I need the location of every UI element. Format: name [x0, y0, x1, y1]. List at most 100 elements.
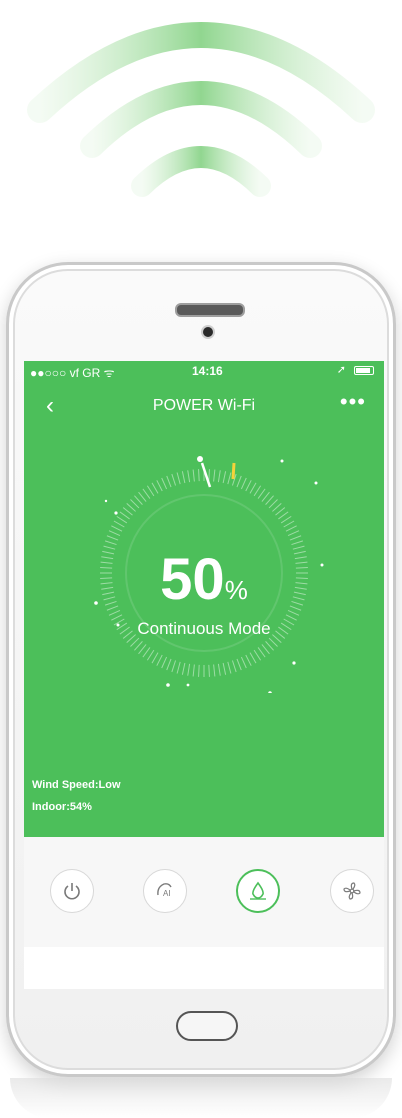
dial-tick: [192, 664, 195, 677]
dial-tick: [272, 503, 282, 512]
phone-reflection: [10, 1078, 392, 1118]
fan-button[interactable]: [330, 869, 374, 913]
dial-tick: [166, 658, 172, 671]
dial-tick: [268, 499, 278, 509]
dial-tick: [236, 658, 242, 671]
dial-tick: [156, 480, 163, 492]
dial-tick: [249, 652, 257, 664]
ai-mode-button[interactable]: AI: [143, 869, 187, 913]
dial-tick: [249, 482, 257, 494]
power-button[interactable]: [50, 869, 94, 913]
dial-tick: [176, 661, 181, 674]
dial-knob: [197, 456, 203, 462]
dial-tick: [130, 637, 140, 647]
home-button[interactable]: [176, 1011, 238, 1041]
power-icon: [64, 883, 80, 900]
dial-tick: [227, 661, 232, 674]
dial-tick: [287, 530, 300, 537]
dial-tick: [161, 656, 168, 669]
dial-tick: [275, 507, 286, 516]
dial-tick: [208, 469, 210, 482]
dial-tick: [192, 469, 195, 482]
dial-tick: [280, 515, 292, 524]
dial-tick: [231, 660, 237, 673]
dial-tick: [142, 647, 151, 658]
dial-tick: [261, 644, 270, 655]
dial-tick: [213, 469, 216, 482]
battery-icon: [354, 366, 374, 375]
humidity-number: 50: [160, 547, 225, 612]
dial-tick: [134, 495, 143, 505]
dial-tick: [122, 507, 133, 516]
dial-tick: [151, 652, 159, 664]
dial-tick: [130, 499, 140, 509]
dial-tick: [222, 662, 227, 675]
front-camera: [203, 327, 213, 337]
dial-tick: [119, 511, 130, 520]
dial-tick: [181, 662, 186, 675]
dial-tick: [138, 491, 147, 502]
dial-tick: [106, 535, 119, 541]
wifi-signal-icon: [27, 22, 375, 197]
clock: 14:16: [192, 364, 223, 378]
dial-tick: [257, 488, 266, 499]
dial-tick: [103, 545, 116, 550]
dial-tick: [116, 515, 128, 524]
phone-frame: ●●○○○ vf GR ᯤ 14:16 ➚ ‹ POWER Wi-Fi •••: [6, 262, 396, 1077]
dial-tick: [240, 656, 247, 669]
status-bar: ●●○○○ vf GR ᯤ 14:16 ➚: [24, 361, 384, 381]
control-bar: AI: [24, 837, 384, 947]
dial-tick: [146, 485, 155, 497]
dial-tick: [208, 664, 210, 677]
dial-tick: [142, 488, 151, 499]
dial-tick: [227, 472, 232, 485]
dial-tick: [161, 477, 168, 490]
ai-mode-icon: AI: [157, 883, 172, 898]
dial-tick: [289, 535, 302, 541]
dial-tick: [240, 477, 247, 490]
wind-speed-label: Wind Speed:Low: [32, 779, 121, 791]
mode-label: Continuous Mode: [137, 619, 271, 638]
humidity-unit: %: [224, 575, 248, 605]
dial-tick: [104, 540, 117, 546]
dial-tick: [222, 471, 227, 484]
app-header: ‹ POWER Wi-Fi •••: [24, 391, 384, 423]
continuous-mode-button[interactable]: [236, 869, 280, 913]
humidity-value: 50%: [24, 551, 384, 619]
dial-tick: [253, 485, 262, 497]
dial-tick: [166, 475, 172, 488]
dial-tick: [113, 520, 125, 528]
dial-tick: [181, 471, 186, 484]
dial-tick: [171, 473, 177, 486]
dial-tick: [198, 469, 200, 482]
speaker-grille: [175, 303, 245, 317]
dial-tick: [126, 503, 136, 512]
dial-tick: [151, 482, 159, 494]
dial-tick: [268, 637, 278, 647]
dial-tick: [171, 660, 177, 673]
dial-current-indicator: [231, 462, 236, 480]
indoor-humidity-label: Indoor:54%: [32, 801, 92, 813]
more-icon[interactable]: •••: [340, 391, 366, 413]
dial-tick: [265, 641, 274, 651]
carrier-label: ●●○○○ vf GR ᯤ: [30, 366, 115, 380]
main-panel: ●●○○○ vf GR ᯤ 14:16 ➚ ‹ POWER Wi-Fi •••: [24, 361, 384, 837]
dial-tick: [156, 654, 163, 666]
dial-tick: [217, 663, 221, 676]
dial-tick: [283, 520, 295, 528]
dial-tick: [108, 530, 121, 537]
dial-tick: [253, 649, 262, 661]
dial-tick: [134, 641, 143, 651]
drop-icon: [250, 881, 266, 900]
dial-tick: [111, 525, 123, 532]
dial-tick: [138, 644, 147, 655]
dial-tick: [245, 480, 252, 492]
dial-tick: [217, 470, 221, 483]
dial-tick: [245, 654, 252, 666]
dial-tick: [257, 647, 266, 658]
fan-icon: [343, 882, 361, 900]
dial-tick: [291, 540, 304, 546]
dial-tick: [285, 525, 297, 532]
dial-tick: [292, 545, 305, 550]
page-title: POWER Wi-Fi: [152, 397, 256, 414]
